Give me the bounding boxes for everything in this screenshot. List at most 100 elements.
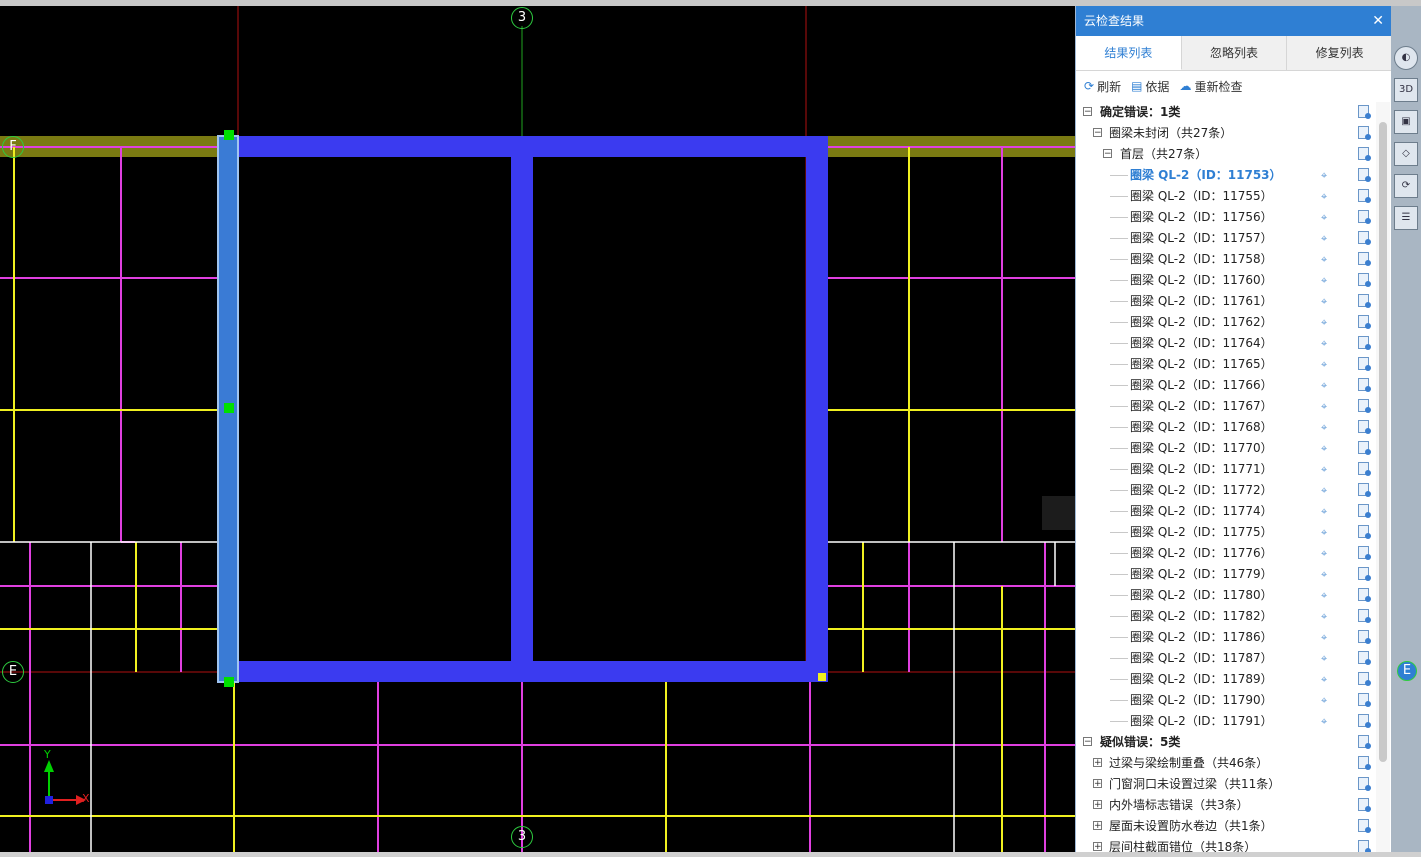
collapse-icon[interactable]: − [1083,737,1092,747]
document-icon[interactable] [1358,651,1371,665]
document-icon[interactable] [1358,420,1371,434]
locate-icon[interactable]: ⌖ [1321,585,1327,606]
tree-node-suspected-category[interactable]: + 过梁与梁绘制重叠（共46条） [1076,753,1376,774]
tab-fixed[interactable]: 修复列表 [1287,36,1392,70]
locate-icon[interactable]: ⌖ [1321,228,1327,249]
document-icon[interactable] [1358,252,1371,266]
tree-item-beam[interactable]: 圈梁 QL-2（ID：11753） ⌖ [1076,165,1376,186]
document-icon[interactable] [1358,819,1371,833]
rotate-icon[interactable]: ⟳ [1394,174,1418,198]
scrollbar-thumb[interactable] [1379,122,1387,762]
tree-item-beam[interactable]: 圈梁 QL-2（ID：11755） ⌖ [1076,186,1376,207]
document-icon[interactable] [1358,231,1371,245]
expand-icon[interactable]: + [1093,821,1102,831]
tree-item-beam[interactable]: 圈梁 QL-2（ID：11789） ⌖ [1076,669,1376,690]
locate-icon[interactable]: ⌖ [1321,564,1327,585]
tree-item-beam[interactable]: 圈梁 QL-2（ID：11775） ⌖ [1076,522,1376,543]
locate-icon[interactable]: ⌖ [1321,396,1327,417]
document-icon[interactable] [1358,399,1371,413]
tree-item-beam[interactable]: 圈梁 QL-2（ID：11768） ⌖ [1076,417,1376,438]
locate-icon[interactable]: ⌖ [1321,669,1327,690]
document-icon[interactable] [1358,105,1371,119]
document-icon[interactable] [1358,504,1371,518]
tree-node-suspected-category[interactable]: + 屋面未设置防水卷边（共1条） [1076,816,1376,837]
locate-icon[interactable]: ⌖ [1321,606,1327,627]
document-icon[interactable] [1358,567,1371,581]
tree-item-beam[interactable]: 圈梁 QL-2（ID：11756） ⌖ [1076,207,1376,228]
box-view-icon[interactable]: ▣ [1394,110,1418,134]
document-icon[interactable] [1358,336,1371,350]
expand-icon[interactable]: + [1093,800,1102,810]
document-icon[interactable] [1358,210,1371,224]
document-icon[interactable] [1358,630,1371,644]
document-icon[interactable] [1358,672,1371,686]
tree-node-suspected-category[interactable]: + 门窗洞口未设置过梁（共11条） [1076,774,1376,795]
tree-item-beam[interactable]: 圈梁 QL-2（ID：11779） ⌖ [1076,564,1376,585]
document-icon[interactable] [1358,588,1371,602]
locate-icon[interactable]: ⌖ [1321,375,1327,396]
tree-item-beam[interactable]: 圈梁 QL-2（ID：11791） ⌖ [1076,711,1376,732]
document-icon[interactable] [1358,294,1371,308]
tab-ignored[interactable]: 忽略列表 [1182,36,1288,70]
locate-icon[interactable]: ⌖ [1321,354,1327,375]
document-icon[interactable] [1358,714,1371,728]
locate-icon[interactable]: ⌖ [1321,186,1327,207]
expand-icon[interactable]: + [1093,842,1102,852]
document-icon[interactable] [1358,441,1371,455]
document-icon[interactable] [1358,357,1371,371]
tree-item-beam[interactable]: 圈梁 QL-2（ID：11776） ⌖ [1076,543,1376,564]
tree-item-beam[interactable]: 圈梁 QL-2（ID：11758） ⌖ [1076,249,1376,270]
tree-item-beam[interactable]: 圈梁 QL-2（ID：11757） ⌖ [1076,228,1376,249]
tree-item-beam[interactable]: 圈梁 QL-2（ID：11774） ⌖ [1076,501,1376,522]
document-icon[interactable] [1358,777,1371,791]
document-icon[interactable] [1358,546,1371,560]
tree-item-beam[interactable]: 圈梁 QL-2（ID：11762） ⌖ [1076,312,1376,333]
document-icon[interactable] [1358,609,1371,623]
document-icon[interactable] [1358,693,1371,707]
locate-icon[interactable]: ⌖ [1321,333,1327,354]
locate-icon[interactable]: ⌖ [1321,480,1327,501]
tree-item-beam[interactable]: 圈梁 QL-2（ID：11761） ⌖ [1076,291,1376,312]
document-icon[interactable] [1358,756,1371,770]
tree-item-beam[interactable]: 圈梁 QL-2（ID：11790） ⌖ [1076,690,1376,711]
locate-icon[interactable]: ⌖ [1321,438,1327,459]
expand-icon[interactable]: + [1093,779,1102,789]
locate-icon[interactable]: ⌖ [1321,417,1327,438]
close-icon[interactable]: ✕ [1372,6,1384,36]
cube-icon[interactable]: ◇ [1394,142,1418,166]
locate-icon[interactable]: ⌖ [1321,165,1327,186]
locate-icon[interactable]: ⌖ [1321,291,1327,312]
tree-node-confirmed[interactable]: − 确定错误：1类 [1076,102,1376,123]
collapse-icon[interactable]: − [1083,107,1092,117]
locate-icon[interactable]: ⌖ [1321,543,1327,564]
document-icon[interactable] [1358,525,1371,539]
tree-item-beam[interactable]: 圈梁 QL-2（ID：11771） ⌖ [1076,459,1376,480]
basis-button[interactable]: ▤ 依据 [1131,78,1169,95]
locate-icon[interactable]: ⌖ [1321,312,1327,333]
view-3d-icon[interactable]: 3D [1394,78,1418,102]
tree-node-group[interactable]: − 圈梁未封闭（共27条） [1076,123,1376,144]
document-icon[interactable] [1358,735,1371,749]
document-icon[interactable] [1358,462,1371,476]
locate-icon[interactable]: ⌖ [1321,459,1327,480]
locate-icon[interactable]: ⌖ [1321,690,1327,711]
tree-node-suspected-category[interactable]: + 内外墙标志错误（共3条） [1076,795,1376,816]
document-icon[interactable] [1358,378,1371,392]
tab-results[interactable]: 结果列表 [1076,36,1182,70]
document-icon[interactable] [1358,315,1371,329]
tree-item-beam[interactable]: 圈梁 QL-2（ID：11765） ⌖ [1076,354,1376,375]
locate-icon[interactable]: ⌖ [1321,711,1327,732]
locate-icon[interactable]: ⌖ [1321,270,1327,291]
tree-item-beam[interactable]: 圈梁 QL-2（ID：11780） ⌖ [1076,585,1376,606]
tree-item-beam[interactable]: 圈梁 QL-2（ID：11787） ⌖ [1076,648,1376,669]
tree-node-suspected[interactable]: − 疑似错误：5类 [1076,732,1376,753]
locate-icon[interactable]: ⌖ [1321,501,1327,522]
locate-icon[interactable]: ⌖ [1321,249,1327,270]
layers-icon[interactable]: ☰ [1394,206,1418,230]
document-icon[interactable] [1358,126,1371,140]
document-icon[interactable] [1358,798,1371,812]
document-icon[interactable] [1358,168,1371,182]
expand-icon[interactable]: + [1093,758,1102,768]
tree-node-floor[interactable]: − 首层（共27条） [1076,144,1376,165]
tree-item-beam[interactable]: 圈梁 QL-2（ID：11764） ⌖ [1076,333,1376,354]
